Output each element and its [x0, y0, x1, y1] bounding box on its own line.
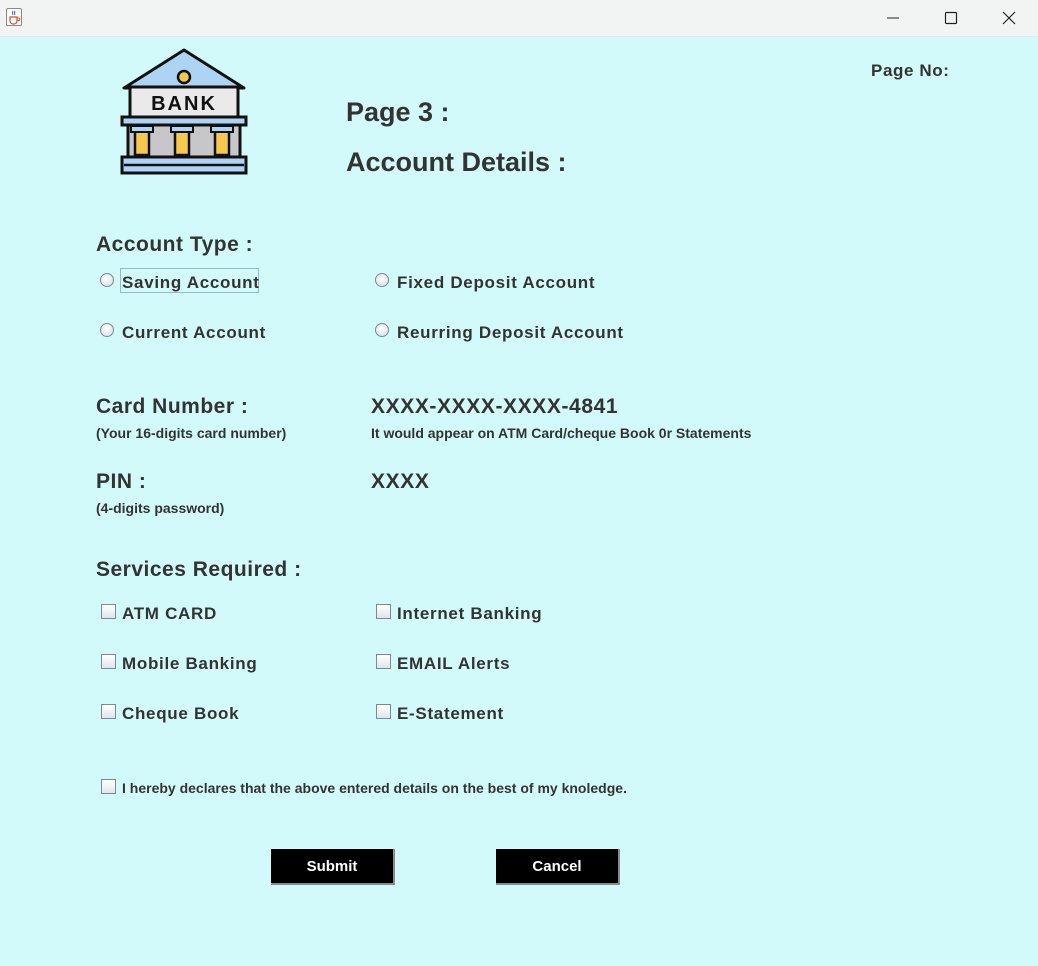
checkbox-label-mobile-banking[interactable]: Mobile Banking — [122, 654, 257, 674]
account-type-label: Account Type : — [96, 233, 254, 256]
java-cup-icon[interactable] — [6, 8, 22, 26]
checkbox-label-cheque-book[interactable]: Cheque Book — [122, 704, 239, 724]
radio-label-saving[interactable]: Saving Account — [122, 273, 260, 293]
submit-button[interactable]: Submit — [271, 849, 395, 885]
maximize-button[interactable] — [922, 0, 980, 36]
radio-button[interactable] — [375, 273, 389, 287]
card-number-note: It would appear on ATM Card/cheque Book … — [371, 425, 752, 441]
page-no-label: Page No: — [871, 61, 950, 80]
close-icon — [1002, 11, 1016, 25]
checkbox[interactable] — [376, 604, 391, 619]
card-number-hint: (Your 16-digits card number) — [96, 425, 287, 441]
minimize-icon — [887, 17, 899, 19]
checkbox[interactable] — [101, 779, 116, 794]
radio-button[interactable] — [100, 323, 114, 337]
declaration-label[interactable]: I hereby declares that the above entered… — [122, 780, 627, 796]
close-button[interactable] — [980, 0, 1038, 36]
card-number-label: Card Number : — [96, 395, 249, 418]
bank-logo-icon: BANK — [120, 48, 248, 175]
services-required-label: Services Required : — [96, 558, 302, 581]
checkbox[interactable] — [376, 654, 391, 669]
radio-button[interactable] — [100, 273, 114, 287]
checkbox-label-e-statement[interactable]: E-Statement — [397, 704, 504, 724]
checkbox-label-atm-card[interactable]: ATM CARD — [122, 604, 217, 624]
radio-button[interactable] — [375, 323, 389, 337]
radio-label-current[interactable]: Current Account — [122, 323, 266, 343]
card-number-value: XXXX-XXXX-XXXX-4841 — [371, 395, 619, 418]
pin-label: PIN : — [96, 470, 147, 493]
pin-hint: (4-digits password) — [96, 500, 225, 516]
section-title: Account Details : — [346, 147, 567, 177]
bank-logo-text: BANK — [151, 93, 217, 115]
minimize-button[interactable] — [864, 0, 922, 36]
maximize-icon — [944, 11, 958, 25]
checkbox[interactable] — [101, 604, 116, 619]
checkbox[interactable] — [376, 704, 391, 719]
page-title: Page 3 : — [346, 97, 450, 127]
checkbox[interactable] — [101, 704, 116, 719]
cancel-button[interactable]: Cancel — [496, 849, 620, 885]
radio-label-fixed-deposit[interactable]: Fixed Deposit Account — [397, 273, 595, 293]
checkbox[interactable] — [101, 654, 116, 669]
title-bar — [0, 0, 1038, 37]
form-panel: BANK Page No: Page 3 : Account Details :… — [0, 37, 1038, 966]
radio-label-recurring-deposit[interactable]: Reurring Deposit Account — [397, 323, 624, 343]
pin-value: XXXX — [371, 470, 430, 493]
checkbox-label-internet-banking[interactable]: Internet Banking — [397, 604, 542, 624]
checkbox-label-email-alerts[interactable]: EMAIL Alerts — [397, 654, 510, 674]
